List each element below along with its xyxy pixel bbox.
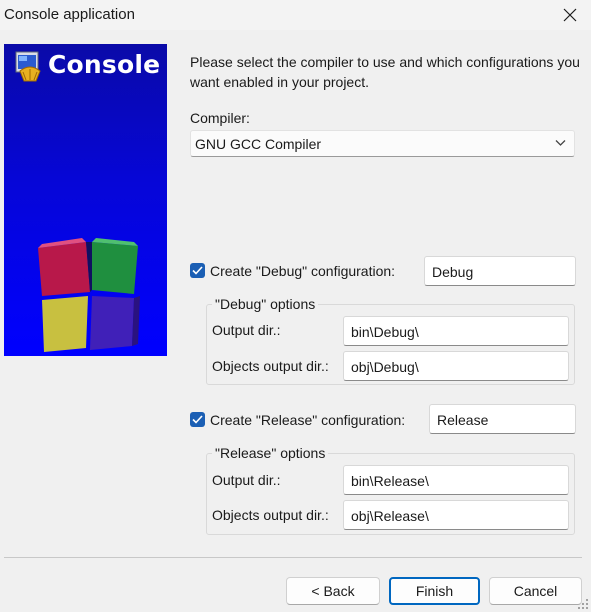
footer-separator <box>4 557 582 558</box>
debug-name-input[interactable]: Debug <box>424 256 576 286</box>
release-objects-dir-label: Objects output dir.: <box>212 507 329 523</box>
debug-checkbox[interactable] <box>190 263 205 278</box>
close-button[interactable] <box>548 0 591 30</box>
console-app-icon <box>15 51 41 82</box>
checkmark-icon <box>192 415 203 424</box>
release-name-value: Release <box>437 412 489 428</box>
debug-name-value: Debug <box>432 264 474 280</box>
compiler-selected-value: GNU GCC Compiler <box>195 136 322 152</box>
release-output-dir-value: bin\Release\ <box>351 473 429 489</box>
compiler-select[interactable]: GNU GCC Compiler <box>190 130 575 157</box>
debug-objects-dir-label: Objects output dir.: <box>212 358 329 374</box>
codeblocks-logo-icon <box>38 238 140 352</box>
release-name-input[interactable]: Release <box>429 404 576 434</box>
window-title: Console application <box>4 6 135 23</box>
debug-output-dir-label: Output dir.: <box>212 322 281 338</box>
chevron-down-icon <box>555 140 566 146</box>
release-checkbox-label[interactable]: Create "Release" configuration: <box>210 412 405 428</box>
cancel-button[interactable]: Cancel <box>489 577 582 605</box>
title-bar: Console application <box>0 0 591 30</box>
release-output-dir-label: Output dir.: <box>212 472 281 488</box>
wizard-banner: Console <box>4 44 167 356</box>
release-objects-dir-value: obj\Release\ <box>351 508 429 524</box>
debug-objects-dir-value: obj\Debug\ <box>351 359 419 375</box>
intro-text: Please select the compiler to use and wh… <box>190 54 580 90</box>
close-icon <box>563 8 576 22</box>
release-objects-dir-input[interactable]: obj\Release\ <box>343 500 569 530</box>
debug-checkbox-label[interactable]: Create "Debug" configuration: <box>210 263 395 279</box>
release-options-title: "Release" options <box>212 445 329 461</box>
release-checkbox[interactable] <box>190 412 205 427</box>
back-button[interactable]: < Back <box>286 577 380 605</box>
debug-output-dir-value: bin\Debug\ <box>351 324 419 340</box>
compiler-label: Compiler: <box>190 110 250 126</box>
resize-grip-icon[interactable] <box>578 599 589 610</box>
banner-title: Console <box>48 50 161 79</box>
checkmark-icon <box>192 266 203 275</box>
debug-objects-dir-input[interactable]: obj\Debug\ <box>343 351 569 381</box>
release-output-dir-input[interactable]: bin\Release\ <box>343 465 569 495</box>
finish-button[interactable]: Finish <box>389 577 480 605</box>
debug-options-title: "Debug" options <box>212 296 319 312</box>
debug-output-dir-input[interactable]: bin\Debug\ <box>343 316 569 346</box>
